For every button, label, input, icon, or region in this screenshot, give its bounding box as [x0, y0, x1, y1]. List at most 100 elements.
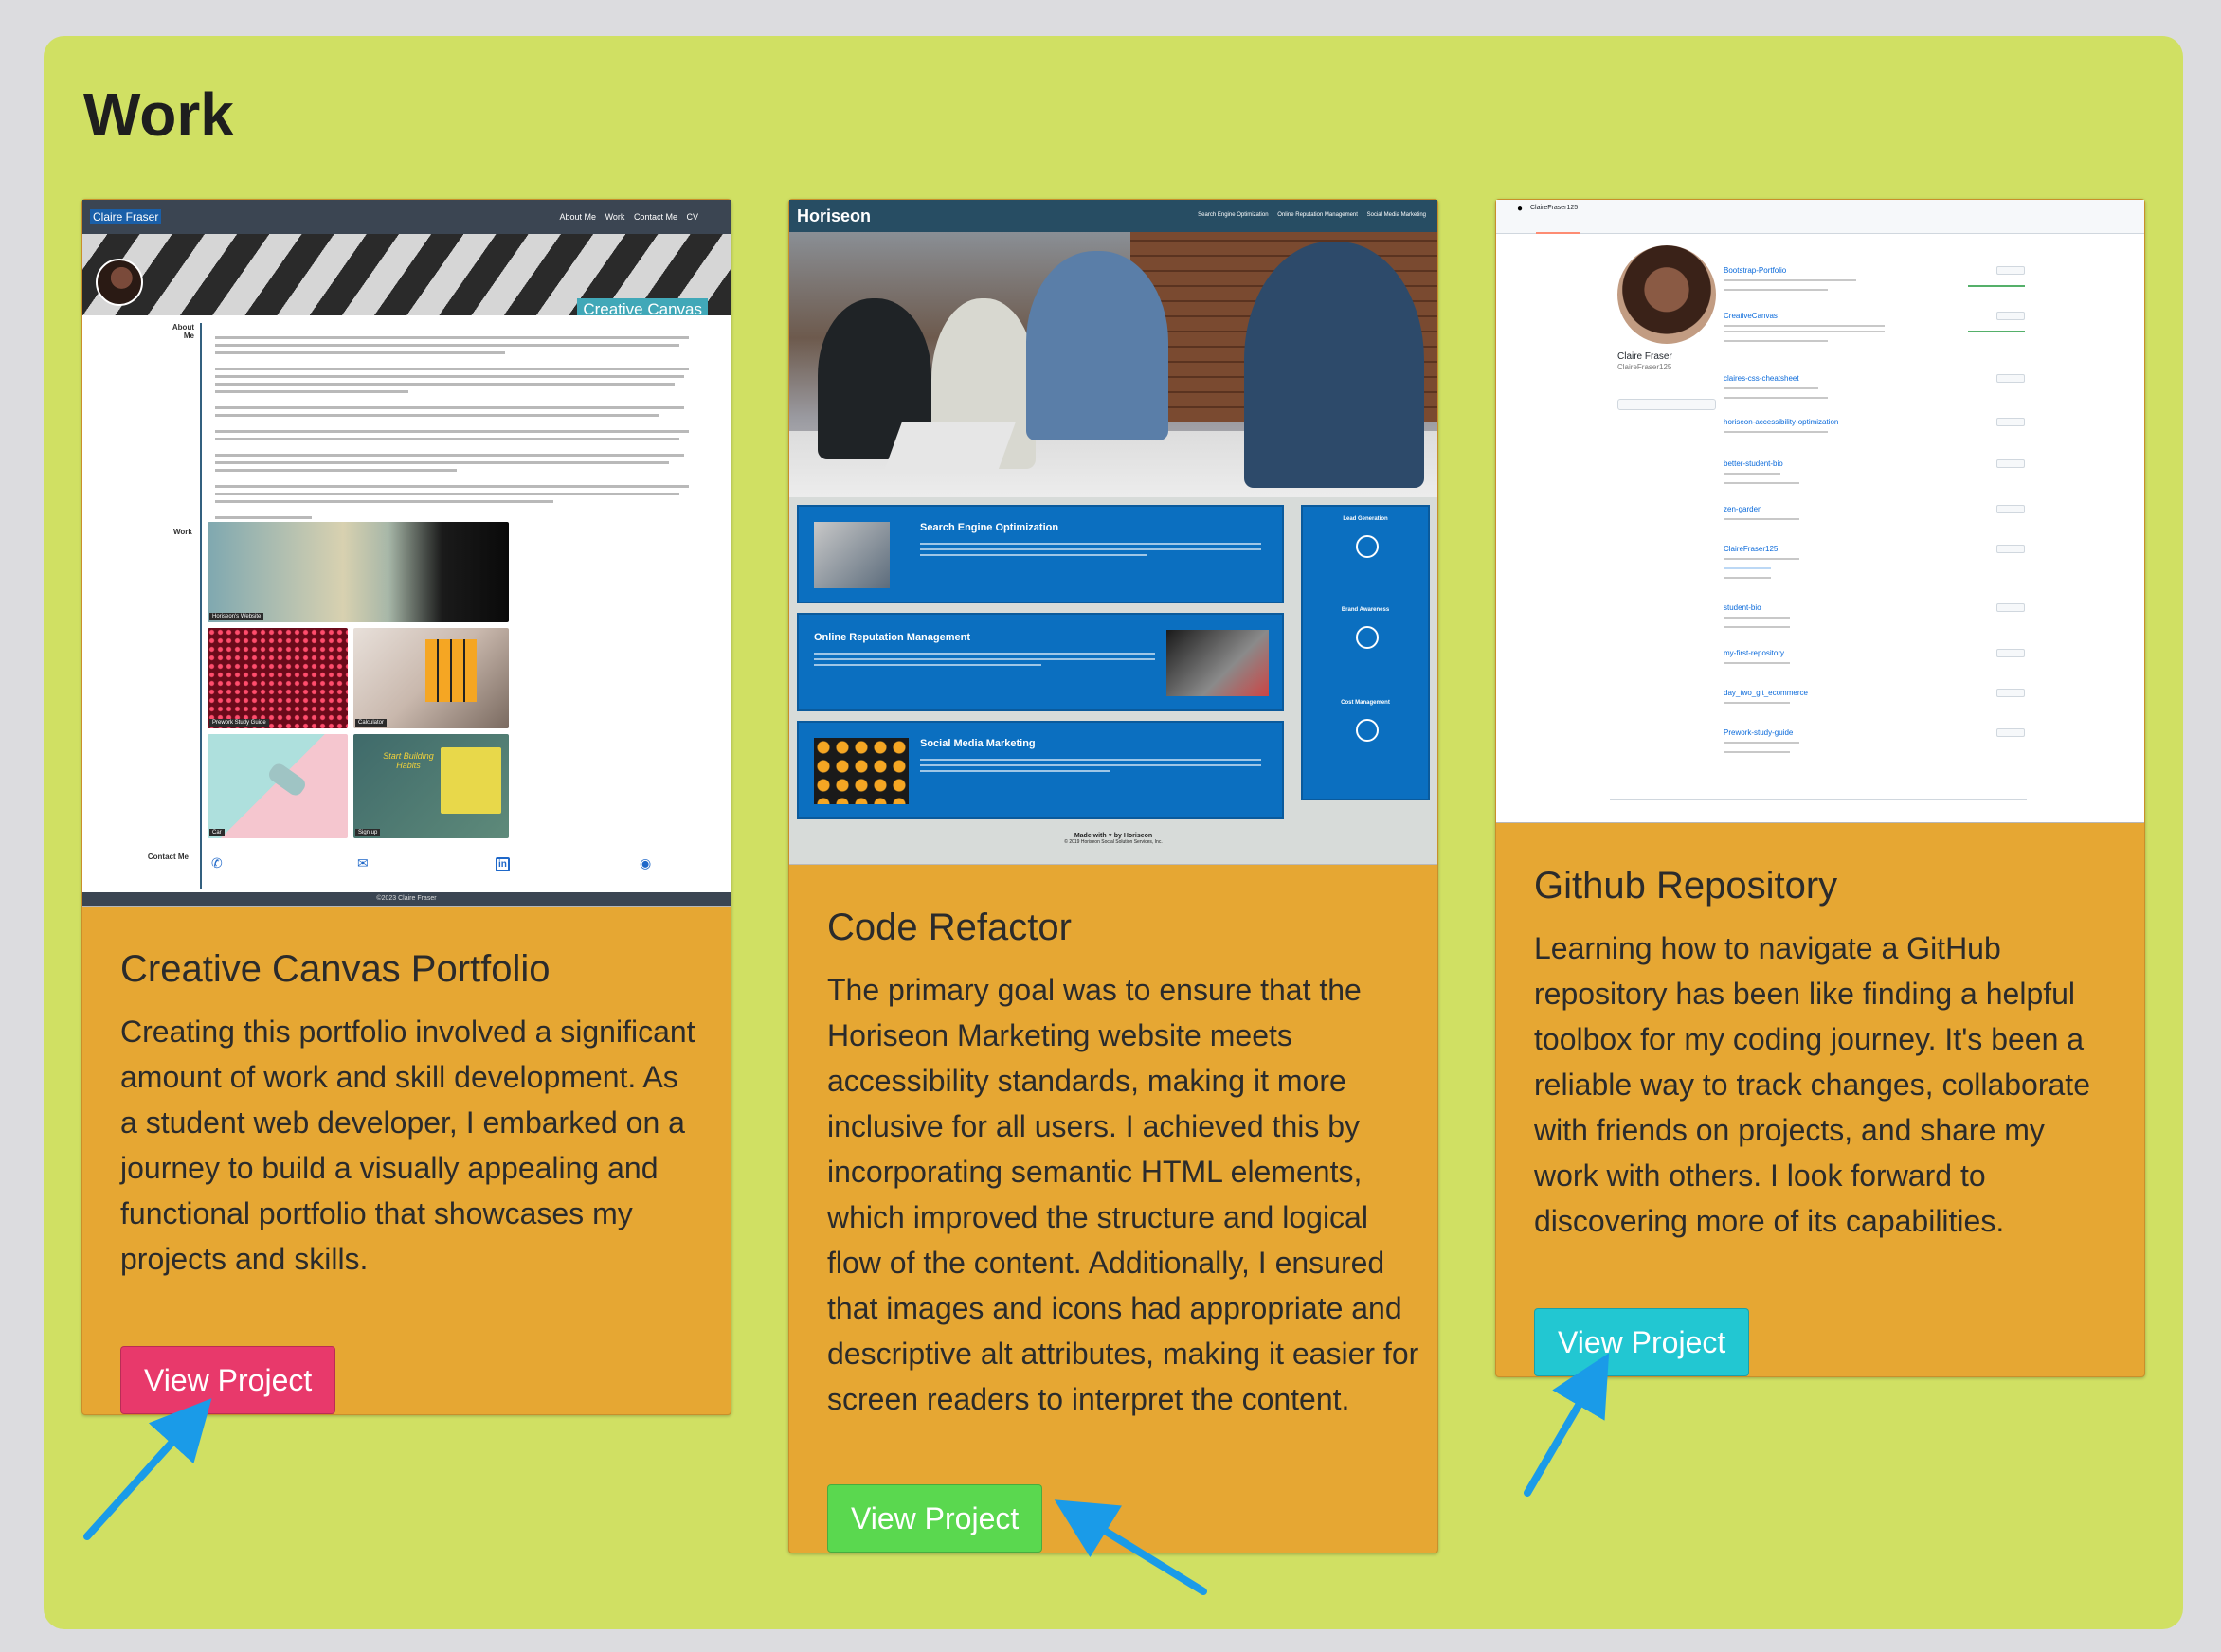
preview-nav-link: Search Engine Optimization — [1198, 212, 1269, 218]
card-title: Github Repository — [1534, 865, 1838, 907]
preview-project-label: Horiseon's Website — [209, 613, 264, 620]
profile-avatar — [1617, 245, 1716, 344]
text-line — [1724, 431, 1828, 433]
preview-nav-links: Search Engine Optimization Online Reputa… — [1190, 212, 1426, 218]
star-button — [1996, 312, 2025, 320]
signup-form — [441, 747, 501, 814]
preview-section-title: Social Media Marketing — [920, 738, 1036, 749]
repo-item: horiseon-accessibility-optimization — [1724, 418, 2025, 461]
view-project-button[interactable]: View Project — [120, 1346, 336, 1414]
github-icon: ◉ — [640, 855, 652, 871]
benefit-title: Lead Generation — [1343, 516, 1388, 522]
text-line — [1724, 289, 1828, 291]
preview-project-label: Sign up — [355, 829, 381, 836]
preview-contact-label: Contact Me — [147, 853, 189, 861]
preview-seo-section: Search Engine Optimization — [797, 505, 1284, 603]
text-line — [814, 658, 1155, 660]
star-button — [1996, 603, 2025, 612]
preview-project-signup: Start Building Habits Sign up — [353, 734, 509, 838]
text-line — [814, 653, 1155, 655]
repo-name: my-first-repository — [1724, 649, 1785, 657]
star-button — [1996, 374, 2025, 383]
repo-item: CreativeCanvas — [1724, 312, 2025, 355]
project-screenshot[interactable]: ● ClaireFraser125 Claire Fraser ClaireFr… — [1496, 200, 2144, 823]
text-line — [920, 759, 1261, 761]
project-card-code-refactor: Horiseon Search Engine Optimization Onli… — [788, 199, 1438, 1553]
star-button — [1996, 266, 2025, 275]
benefit-title: Cost Management — [1341, 700, 1390, 706]
star-button — [1996, 505, 2025, 513]
project-screenshot[interactable]: Horiseon Search Engine Optimization Onli… — [789, 200, 1437, 865]
text-line — [1724, 751, 1790, 753]
preview-project-label: Prework Study Guide — [209, 719, 269, 727]
repo-item: ClaireFraser125 — [1724, 545, 2025, 588]
text-line — [1724, 617, 1790, 619]
text-line — [1724, 482, 1799, 484]
preview-project-prework: Prework Study Guide — [208, 628, 348, 728]
preview-nav-link: Online Reputation Management — [1277, 212, 1358, 218]
preview-nav-link: CV — [686, 212, 698, 222]
repo-item: student-bio — [1724, 603, 2025, 647]
preview-user-handle: ClaireFraser125 — [1530, 205, 1579, 211]
text-line — [1724, 518, 1799, 520]
star-button — [1996, 459, 2025, 468]
card-description: Creating this portfolio involved a signi… — [120, 1015, 695, 1276]
preview-benefits-sidebar: Lead Generation Brand Awareness Cost Man… — [1301, 505, 1430, 800]
view-project-button[interactable]: View Project — [1534, 1308, 1750, 1376]
text-line — [1724, 702, 1790, 704]
preview-divider — [200, 323, 202, 889]
text-line — [1724, 742, 1799, 744]
footer-copyright: © 2019 Horiseon Social Solution Services… — [1064, 839, 1163, 845]
repo-item: day_two_git_ecommerce — [1724, 689, 2025, 732]
benefit-title: Brand Awareness — [1341, 607, 1390, 613]
repositories-tab-underline — [1536, 232, 1580, 234]
repo-name: claires-css-cheatsheet — [1724, 374, 1799, 383]
linkedin-icon: in — [496, 857, 510, 871]
preview-nav-link: About Me — [559, 212, 597, 222]
project-card-creative-canvas: Claire Fraser About Me Work Contact Me C… — [81, 199, 731, 1415]
preview-section-title: Search Engine Optimization — [920, 522, 1059, 533]
star-button — [1996, 545, 2025, 553]
repo-item: Prework-study-guide — [1724, 728, 2025, 772]
brand-awareness-icon — [1356, 626, 1379, 649]
project-screenshot[interactable]: Claire Fraser About Me Work Contact Me C… — [82, 200, 731, 907]
preview-navbar: Horiseon Search Engine Optimization Onli… — [789, 200, 1437, 232]
work-section: Work Claire Fraser About Me Work Contact… — [44, 36, 2183, 1629]
preview-footer: ©2023 Claire Fraser — [82, 892, 731, 906]
preview-nav-link: Contact Me — [633, 212, 677, 222]
text-line — [1724, 626, 1790, 628]
text-line — [1724, 340, 1828, 342]
repo-name: student-bio — [1724, 603, 1761, 612]
preview-brand: Claire Fraser — [90, 209, 162, 224]
repo-item: zen-garden — [1724, 505, 2025, 548]
preview-github-header: ● ClaireFraser125 — [1496, 200, 2144, 234]
smm-image — [814, 738, 909, 804]
text-line — [920, 764, 1261, 766]
activity-graph — [1968, 331, 2025, 332]
preview-github-footer — [1610, 799, 2027, 800]
card-description: The primary goal was to ensure that the … — [827, 973, 1419, 1416]
text-line — [920, 548, 1261, 550]
section-title: Work — [83, 81, 234, 149]
preview-avatar — [96, 259, 143, 306]
view-project-button[interactable]: View Project — [827, 1484, 1043, 1553]
email-icon: ✉ — [357, 855, 369, 871]
hero-person — [1244, 242, 1424, 488]
toy-car-image — [265, 761, 309, 799]
card-description: Learning how to navigate a GitHub reposi… — [1534, 931, 2090, 1238]
preview-work-label: Work — [173, 528, 192, 536]
preview-section-title: Online Reputation Management — [814, 632, 971, 643]
calculator-keypad — [425, 639, 477, 702]
preview-about-text — [215, 336, 698, 548]
text-line — [1724, 577, 1771, 579]
text-line — [1724, 279, 1856, 281]
preview-nav-link: Social Media Marketing — [1366, 212, 1426, 218]
text-line — [1724, 325, 1885, 327]
preview-project-label: Calculator — [355, 719, 388, 727]
repo-name: zen-garden — [1724, 505, 1762, 513]
repo-name: better-student-bio — [1724, 459, 1783, 468]
orm-image — [1166, 630, 1269, 696]
text-line — [920, 554, 1147, 556]
preview-smm-section: Social Media Marketing — [797, 721, 1284, 819]
activity-graph — [1968, 285, 2025, 287]
